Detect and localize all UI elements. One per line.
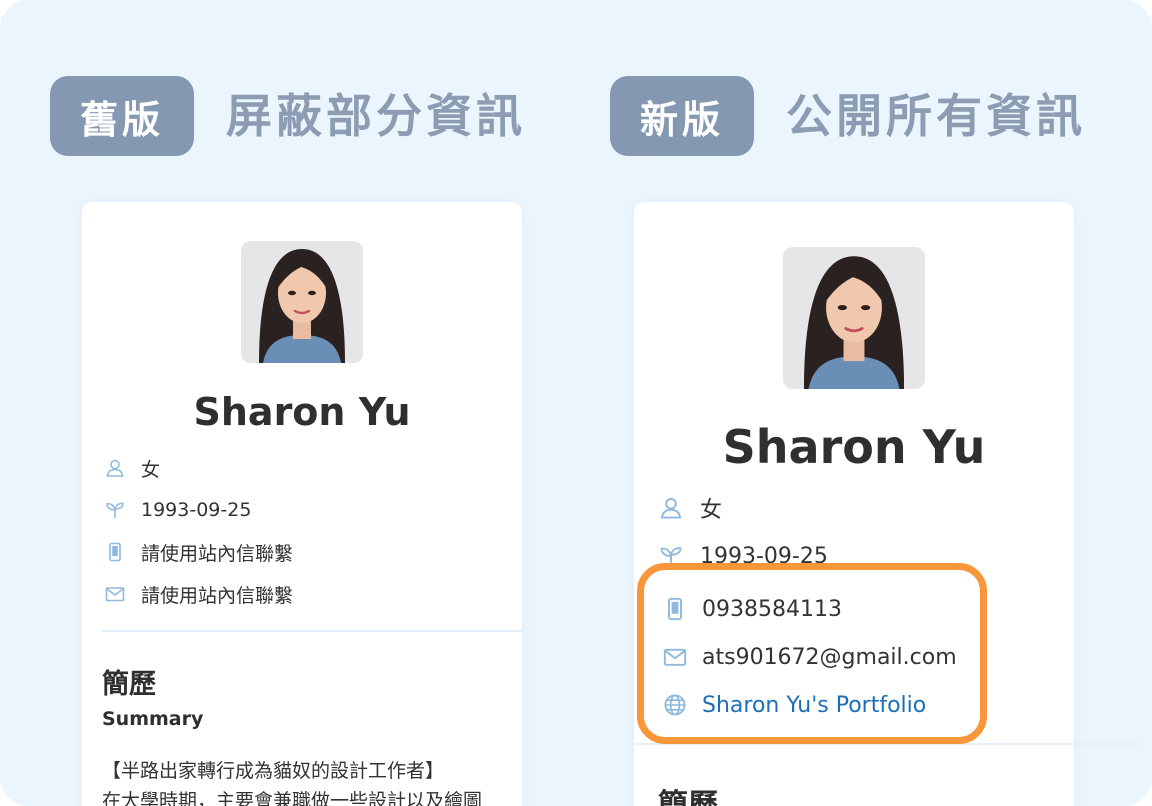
sprout-icon (104, 500, 126, 520)
mobile-phone-icon (104, 542, 126, 562)
phone-value: 請使用站內信聯繫 (141, 542, 294, 565)
candidate-name: Sharon Yu (722, 420, 986, 474)
birthday-row: 1993-09-25 (104, 496, 251, 524)
summary-line-1: 【半路出家轉行成為貓奴的設計工作者】 (102, 760, 445, 782)
profile-photo (783, 247, 925, 389)
summary-label: Summary (102, 708, 204, 730)
old-version-heading: 屏蔽部分資訊 (226, 89, 526, 143)
new-version-badge-label: 新版 (639, 97, 724, 142)
divider-extension (1074, 743, 1140, 745)
candidate-name: Sharon Yu (193, 390, 411, 434)
gender-value: 女 (700, 498, 723, 523)
globe-icon (662, 693, 688, 717)
new-version-heading: 公開所有資訊 (786, 89, 1086, 143)
envelope-icon (662, 645, 688, 669)
mobile-phone-icon (662, 597, 688, 621)
person-icon (658, 496, 684, 520)
gender-value: 女 (141, 458, 161, 481)
email-value: 請使用站內信聯繫 (141, 584, 294, 607)
contact-info-highlight: 0938584113 ats901672@gmail.com Sharon Yu… (637, 563, 987, 744)
old-version-badge: 舊版 (50, 76, 194, 156)
phone-row: 請使用站內信聯繫 (104, 538, 293, 566)
email-row: 請使用站內信聯繫 (104, 580, 293, 608)
profile-photo (241, 241, 363, 363)
phone-row: 0938584113 (662, 592, 842, 626)
resume-section-title: 簡歷 (102, 669, 156, 700)
portrait-image (241, 241, 363, 363)
portrait-image (783, 247, 925, 389)
birthday-value: 1993-09-25 (141, 499, 252, 521)
new-version-badge: 新版 (610, 76, 754, 156)
gender-row: 女 (104, 454, 160, 482)
portfolio-link[interactable]: Sharon Yu's Portfolio (702, 693, 926, 718)
person-icon (104, 458, 126, 478)
envelope-icon (104, 584, 126, 604)
phone-value: 0938584113 (702, 596, 842, 622)
resume-section-title: 簡歷 (658, 788, 718, 806)
summary-line-2: 在大學時期，主要會兼職做一些設計以及繪圖 (102, 790, 483, 806)
old-version-badge-label: 舊版 (79, 97, 164, 142)
divider (102, 630, 522, 632)
portfolio-row[interactable]: Sharon Yu's Portfolio (662, 688, 926, 722)
comparison-canvas: 舊版 屏蔽部分資訊 Sharon Yu 女 1993-09-25 請使用站內信聯… (0, 0, 1152, 806)
email-value: ats901672@gmail.com (702, 644, 957, 670)
gender-row: 女 (658, 492, 722, 524)
email-row: ats901672@gmail.com (662, 640, 957, 674)
old-profile-card: Sharon Yu 女 1993-09-25 請使用站內信聯繫 請使用站內信聯繫 (82, 202, 522, 806)
